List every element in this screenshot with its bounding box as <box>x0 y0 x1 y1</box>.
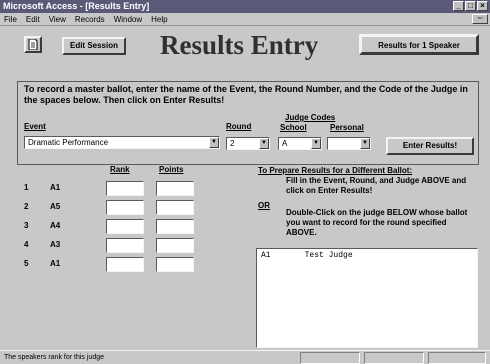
school-label: School <box>280 123 307 132</box>
menu-records[interactable]: Records <box>75 13 105 25</box>
row-number: 3 <box>24 221 29 230</box>
window-title-bar: Microsoft Access - [Results Entry] _ □ × <box>0 0 490 13</box>
menu-window[interactable]: Window <box>114 13 142 25</box>
speaker-row: 3 A4 <box>24 219 204 235</box>
minimize-icon[interactable]: _ <box>453 1 464 11</box>
speaker-code: A4 <box>50 221 61 230</box>
menu-edit[interactable]: Edit <box>26 13 40 25</box>
status-pane <box>300 352 360 364</box>
personal-label: Personal <box>330 123 364 132</box>
school-judge-select[interactable]: A ▼ <box>278 137 322 150</box>
window-controls: _ □ × <box>453 1 488 11</box>
rank-input[interactable] <box>106 181 144 196</box>
menu-file[interactable]: File <box>4 13 17 25</box>
rank-input[interactable] <box>106 200 144 215</box>
points-input[interactable] <box>156 257 194 272</box>
event-label: Event <box>24 122 46 131</box>
row-number: 2 <box>24 202 29 211</box>
status-pane <box>428 352 486 364</box>
points-input[interactable] <box>156 181 194 196</box>
close-icon[interactable]: × <box>477 1 488 11</box>
chevron-down-icon[interactable]: ▼ <box>360 138 370 149</box>
speaker-row: 2 A5 <box>24 200 204 216</box>
event-select[interactable]: Dramatic Performance ▼ <box>24 136 220 149</box>
judge-code: A1 <box>261 251 271 260</box>
school-value: A <box>282 139 288 148</box>
rank-column-header: Rank <box>110 165 130 174</box>
edit-session-button[interactable]: Edit Session <box>62 37 126 55</box>
chevron-down-icon[interactable]: ▼ <box>311 138 321 149</box>
enter-results-button[interactable]: Enter Results! <box>386 137 474 155</box>
personal-judge-select[interactable]: ▼ <box>327 137 371 150</box>
rank-input[interactable] <box>106 257 144 272</box>
points-column-header: Points <box>159 165 184 174</box>
page-title: Results Entry <box>160 30 319 60</box>
status-bar: The speakers rank for this judge <box>0 350 490 364</box>
restore-icon[interactable]: ▫▫ <box>472 14 488 24</box>
speaker-code: A1 <box>50 259 61 268</box>
results-for-1-speaker-button[interactable]: Results for 1 Speaker <box>359 34 479 55</box>
chevron-down-icon[interactable]: ▼ <box>209 137 219 148</box>
status-text: The speakers rank for this judge <box>4 354 104 361</box>
speaker-code: A5 <box>50 202 61 211</box>
row-number: 1 <box>24 183 29 192</box>
judge-codes-label: Judge Codes <box>285 113 336 122</box>
help-title: To Prepare Results for a Different Ballo… <box>258 166 413 175</box>
round-select[interactable]: 2 ▼ <box>226 137 270 150</box>
speaker-row: 5 A1 <box>24 257 204 273</box>
points-input[interactable] <box>156 238 194 253</box>
rank-input[interactable] <box>106 238 144 253</box>
points-input[interactable] <box>156 200 194 215</box>
round-value: 2 <box>230 139 235 148</box>
speaker-code: A3 <box>50 240 61 249</box>
rank-input[interactable] <box>106 219 144 234</box>
window-title: Microsoft Access - [Results Entry] <box>3 1 150 11</box>
row-number: 4 <box>24 240 29 249</box>
menu-bar: File Edit View Records Window Help ▫▫ <box>0 13 490 26</box>
maximize-icon[interactable]: □ <box>465 1 476 11</box>
speaker-row: 4 A3 <box>24 238 204 254</box>
round-label: Round <box>226 122 252 131</box>
points-input[interactable] <box>156 219 194 234</box>
row-number: 5 <box>24 259 29 268</box>
list-item[interactable]: A1 Test Judge <box>261 251 473 260</box>
speaker-row: 1 A1 <box>24 181 204 197</box>
help-text-1: Fill in the Event, Round, and Judge ABOV… <box>286 176 467 195</box>
judge-list[interactable]: A1 Test Judge <box>256 248 478 348</box>
help-or: OR <box>258 201 270 210</box>
speaker-code: A1 <box>50 183 61 192</box>
judge-name: Test Judge <box>304 251 353 260</box>
menu-help[interactable]: Help <box>151 13 167 25</box>
instructions-text: To record a master ballot, enter the nam… <box>24 84 468 105</box>
status-pane <box>364 352 424 364</box>
event-value: Dramatic Performance <box>28 138 109 147</box>
menu-view[interactable]: View <box>49 13 66 25</box>
chevron-down-icon[interactable]: ▼ <box>259 138 269 149</box>
help-text-2: Double-Click on the judge BELOW whose ba… <box>286 208 468 237</box>
document-icon[interactable] <box>24 36 42 53</box>
